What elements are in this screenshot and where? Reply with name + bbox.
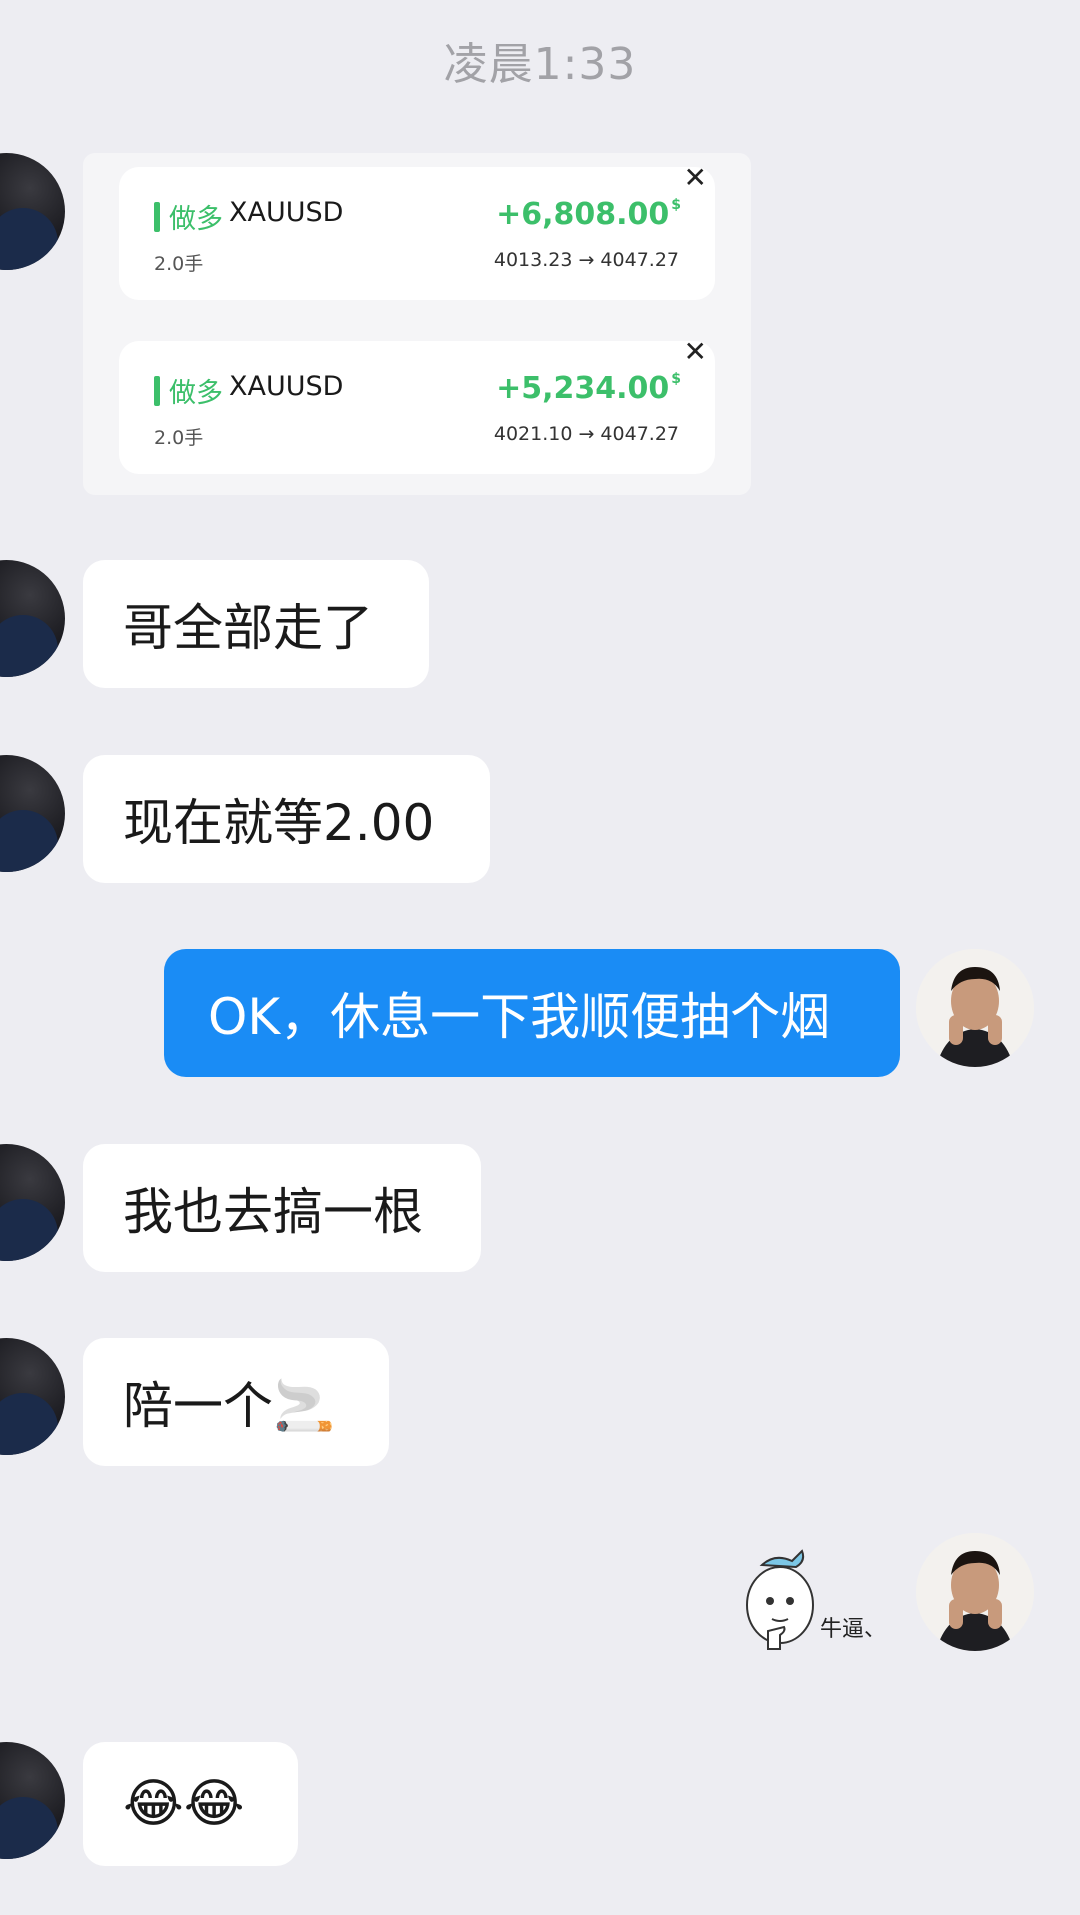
message-bubble-received[interactable]: 我也去搞一根 <box>83 1144 481 1272</box>
trade-profit: +5,234.00 $ <box>496 371 681 406</box>
message-bubble-received[interactable]: 😂😂 <box>83 1742 298 1866</box>
contact-avatar[interactable] <box>0 1338 65 1455</box>
trade-item[interactable]: 做多 XAUUSD +6,808.00 $ 2.0手 4013.23 → 4047… <box>119 163 715 300</box>
self-avatar[interactable] <box>916 1533 1034 1651</box>
trade-lots: 2.0手 <box>154 427 204 449</box>
message-bubble-received[interactable]: 现在就等2.00 <box>83 755 490 883</box>
contact-avatar[interactable] <box>0 1742 65 1859</box>
trade-symbol: XAUUSD <box>229 371 344 402</box>
message-text: OK，休息一下我顺便抽个烟 <box>208 988 831 1046</box>
trade-item[interactable]: 做多 XAUUSD +5,234.00 $ 2.0手 4021.10 → 4047… <box>119 337 715 474</box>
direction-marker <box>154 202 160 232</box>
trade-symbol: XAUUSD <box>229 197 344 228</box>
message-text: 哥全部走了 <box>123 599 373 657</box>
close-icon[interactable]: ✕ <box>684 163 707 193</box>
message-text: 😂😂 <box>123 1774 245 1834</box>
self-avatar-image <box>916 1533 1034 1651</box>
sticker-caption: 牛逼、 <box>820 1617 887 1642</box>
message-bubble-received[interactable]: 陪一个🚬 <box>83 1338 389 1466</box>
message-text: 现在就等2.00 <box>123 794 435 852</box>
sticker-message[interactable]: 牛逼、 <box>740 1535 900 1655</box>
direction-marker <box>154 376 160 406</box>
trade-profit: +6,808.00 $ <box>496 197 681 232</box>
contact-avatar[interactable] <box>0 560 65 677</box>
contact-avatar[interactable] <box>0 153 65 270</box>
message-text: 我也去搞一根 <box>123 1183 423 1241</box>
thumbs-up-sticker-icon <box>746 1549 814 1650</box>
trade-lots: 2.0手 <box>154 253 204 275</box>
self-avatar-image <box>916 949 1034 1067</box>
message-text: 陪一个🚬 <box>123 1377 336 1435</box>
message-bubble-received[interactable]: 哥全部走了 <box>83 560 429 688</box>
close-icon[interactable]: ✕ <box>684 337 707 367</box>
contact-avatar[interactable] <box>0 755 65 872</box>
trade-direction: 做多 <box>169 378 223 409</box>
trade-share-card[interactable]: 做多 XAUUSD +6,808.00 $ 2.0手 4013.23 → 4047… <box>83 153 751 495</box>
timestamp: 凌晨1:33 <box>443 39 637 90</box>
contact-avatar[interactable] <box>0 1144 65 1261</box>
trade-prices: 4021.10 → 4047.27 <box>493 423 679 445</box>
self-avatar[interactable] <box>916 949 1034 1067</box>
message-bubble-sent[interactable]: OK，休息一下我顺便抽个烟 <box>164 949 900 1077</box>
trade-direction: 做多 <box>169 204 223 235</box>
trade-prices: 4013.23 → 4047.27 <box>493 249 679 271</box>
